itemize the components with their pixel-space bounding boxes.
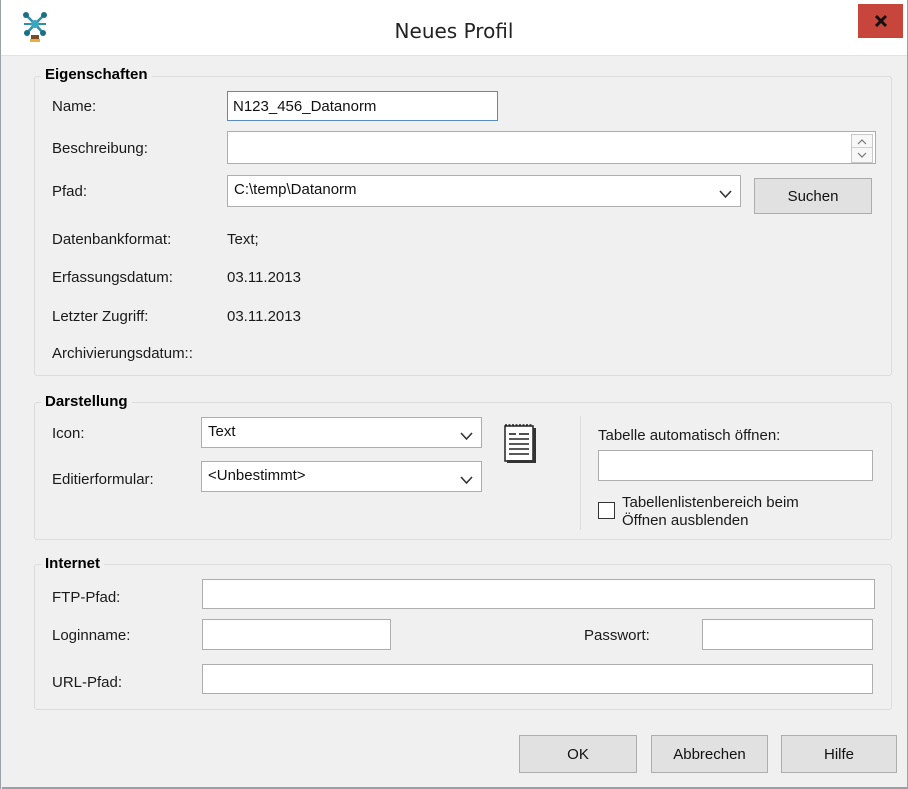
erfassungsdatum-value: 03.11.2013	[227, 269, 301, 286]
icon-value: Text	[208, 423, 236, 440]
letzter-zugriff-label: Letzter Zugriff:	[52, 308, 149, 325]
window-title: Neues Profil	[394, 19, 514, 43]
chevron-down-icon	[719, 186, 732, 199]
erfassungsdatum-label: Erfassungsdatum:	[52, 269, 173, 286]
editierformular-combobox[interactable]: <Unbestimmt>	[201, 461, 482, 492]
loginname-input[interactable]	[202, 619, 391, 650]
tabelle-input[interactable]	[598, 450, 873, 481]
eigenschaften-title: Eigenschaften	[41, 66, 152, 83]
close-button[interactable]	[858, 4, 903, 38]
tabelle-label: Tabelle automatisch öffnen:	[598, 427, 781, 444]
name-label: Name:	[52, 98, 97, 115]
datenbankformat-value: Text;	[227, 231, 259, 248]
url-input[interactable]	[202, 664, 873, 694]
ftp-input[interactable]	[202, 579, 875, 609]
checkbox-label-line1: Tabellenlistenbereich beim	[622, 494, 799, 511]
vertical-divider	[580, 416, 581, 530]
letzter-zugriff-value: 03.11.2013	[227, 308, 301, 325]
datenbankformat-label: Datenbankformat:	[52, 231, 172, 248]
tabellenlistenbereich-checkbox[interactable]	[598, 502, 615, 519]
loginname-label: Loginname:	[52, 627, 131, 644]
icon-combobox[interactable]: Text	[201, 417, 482, 448]
url-label: URL-Pfad:	[52, 674, 123, 691]
suchen-button[interactable]: Suchen	[754, 178, 872, 214]
chevron-down-icon	[460, 472, 473, 484]
passwort-input[interactable]	[702, 619, 873, 650]
passwort-label: Passwort:	[584, 627, 650, 644]
editierformular-value: <Unbestimmt>	[208, 467, 306, 484]
chevron-down-icon	[460, 428, 473, 440]
ok-button[interactable]: OK	[519, 735, 637, 773]
pfad-value: C:\temp\Datanorm	[234, 181, 357, 198]
name-input[interactable]	[227, 91, 498, 121]
beschreibung-label: Beschreibung:	[52, 140, 148, 157]
abbrechen-button[interactable]: Abbrechen	[651, 735, 768, 773]
beschreibung-spinner[interactable]	[851, 134, 873, 163]
pfad-label: Pfad:	[52, 183, 88, 200]
darstellung-title: Darstellung	[41, 393, 132, 410]
archivierungsdatum-label: Archivierungsdatum::	[52, 345, 193, 362]
ftp-label: FTP-Pfad:	[52, 589, 121, 606]
internet-title: Internet	[41, 555, 105, 572]
dialog-window: Neues Profil Eigenschaften Name: Beschre…	[0, 0, 908, 789]
icon-label: Icon:	[52, 425, 85, 442]
close-icon	[873, 13, 889, 29]
spinner-down-icon[interactable]	[852, 149, 872, 162]
checkbox-label-line2: Öffnen ausblenden	[622, 512, 749, 529]
hilfe-button[interactable]: Hilfe	[781, 735, 897, 773]
beschreibung-input[interactable]	[227, 131, 876, 164]
text-document-icon	[502, 422, 538, 468]
eigenschaften-group	[34, 76, 892, 376]
title-bar[interactable]: Neues Profil	[1, 0, 907, 56]
spinner-up-icon[interactable]	[852, 135, 872, 148]
pfad-combobox[interactable]: C:\temp\Datanorm	[227, 175, 741, 207]
editierformular-label: Editierformular:	[52, 471, 154, 488]
